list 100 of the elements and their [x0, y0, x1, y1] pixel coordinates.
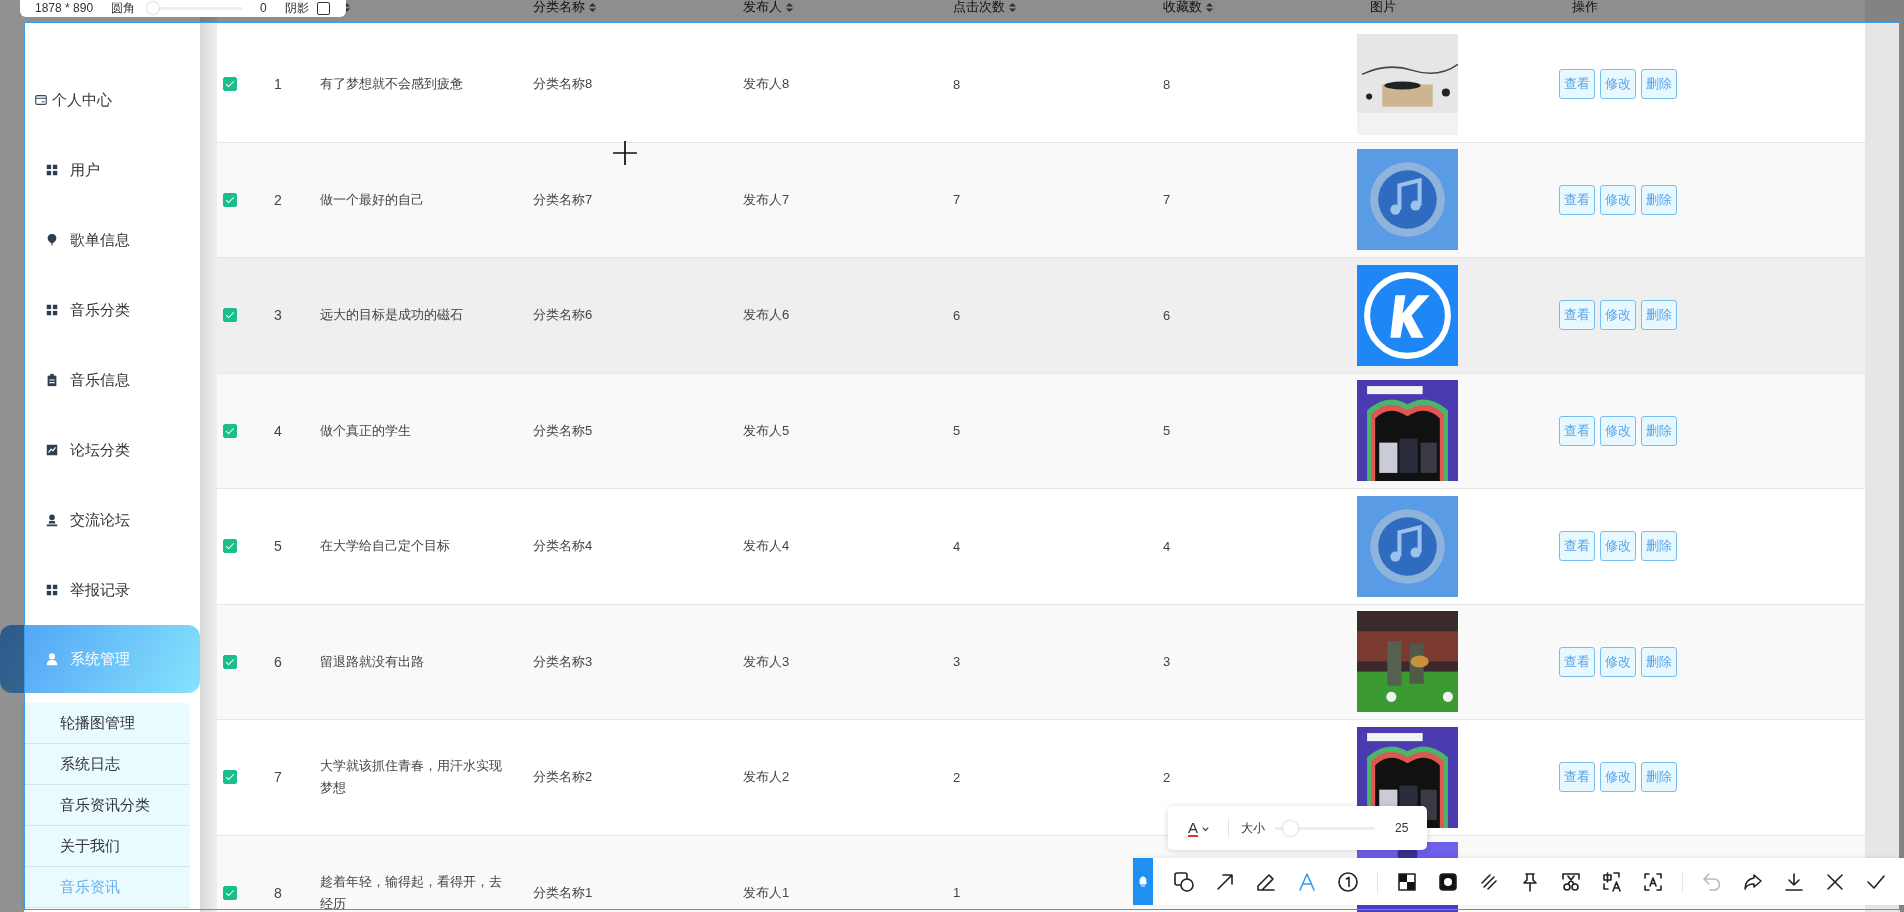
action-button[interactable]: 修改	[1600, 531, 1636, 562]
column-header: 操作	[1572, 0, 1598, 14]
column-header: 点击次数	[953, 0, 1005, 14]
sidebar-item[interactable]: 歌单信息	[0, 205, 200, 275]
table-cell: 分类名称7	[533, 190, 593, 209]
table-cell: 3	[953, 654, 961, 670]
action-button[interactable]: 查看	[1559, 69, 1595, 100]
shadow-checkbox[interactable]	[316, 1, 330, 15]
checkbox[interactable]	[223, 885, 237, 900]
submenu-item[interactable]: 关于我们	[22, 826, 190, 867]
table-cell: 8	[953, 76, 961, 92]
wallet-icon	[34, 93, 48, 107]
table-cell: 发布人7	[743, 190, 790, 209]
action-button[interactable]: 删除	[1641, 531, 1677, 562]
table-cell: 分类名称6	[533, 306, 593, 325]
table-cell: 1	[953, 885, 961, 901]
table-cell: 2	[1163, 769, 1171, 785]
shape-icon[interactable]	[1172, 869, 1196, 894]
table-cell: 8	[274, 884, 282, 901]
table-cell: 7	[1163, 192, 1171, 208]
sidebar-item[interactable]: 音乐分类	[0, 275, 200, 345]
table-cell: 4	[953, 538, 961, 554]
clipboard-icon	[45, 373, 59, 387]
table-cell: 5	[953, 423, 961, 439]
corner-value: 0	[260, 1, 267, 15]
action-button[interactable]: 修改	[1600, 300, 1636, 331]
table-cell-text: 做个真正的学生	[320, 421, 411, 440]
submenu-item[interactable]: 系统日志	[22, 744, 190, 785]
table-cell: 发布人6	[743, 306, 790, 325]
submenu-item[interactable]: 音乐资讯分类	[22, 785, 190, 826]
sidebar-item[interactable]: 音乐信息	[0, 345, 200, 415]
size-value: 25	[1395, 821, 1409, 835]
table-cell: 6	[274, 653, 282, 670]
toolbar-tab[interactable]	[1133, 858, 1153, 905]
sidebar-item[interactable]: 系统管理	[0, 625, 200, 693]
table-row[interactable]: 2 做一个最好的自己 分类名称7 发布人7 7 7 查看 修改 删除	[217, 142, 1865, 258]
table-row[interactable]: 4 做个真正的学生 分类名称5 发布人5 5 5 查看 修改 删除	[217, 373, 1865, 489]
table-cell: 发布人4	[743, 537, 790, 556]
table-row[interactable]: 3 远大的目标是成功的磁石 分类名称6 发布人6 6 6 查看 修改 删除	[217, 258, 1865, 374]
action-button[interactable]: 查看	[1559, 646, 1595, 677]
user-icon	[45, 652, 59, 666]
font-color-button[interactable]: A	[1188, 819, 1198, 837]
table-cell: 发布人3	[743, 652, 790, 671]
bell-icon	[1138, 873, 1148, 890]
action-button[interactable]: 修改	[1600, 415, 1636, 446]
sidebar-item[interactable]: 论坛分类	[0, 415, 200, 485]
sidebar-item[interactable]: 个人中心	[0, 65, 200, 135]
table-cell: 分类名称3	[533, 652, 593, 671]
sidebar-item[interactable]: 用户	[0, 135, 200, 205]
table-cell: 发布人2	[743, 768, 790, 787]
table-cell: 分类名称2	[533, 768, 593, 787]
sidebar-item[interactable]: 交流论坛	[0, 485, 200, 555]
checkbox[interactable]	[223, 423, 237, 438]
corner-slider[interactable]	[147, 1, 243, 15]
column-header: 发布人	[743, 0, 782, 14]
sidebar-item[interactable]: 举报记录	[0, 555, 200, 625]
column-header: 收藏数	[1163, 0, 1202, 14]
checkbox[interactable]	[223, 308, 237, 323]
table-cell-text: 留退路就没有出路	[320, 652, 424, 671]
table-row[interactable]: 6 留退路就没有出路 分类名称3 发布人3 3 3 查看 修改 删除	[217, 604, 1865, 720]
chart-icon	[45, 443, 59, 457]
table-cell: 发布人8	[743, 75, 790, 94]
corner-label: 圆角	[111, 0, 136, 17]
table-cell: 2	[274, 191, 282, 208]
action-button[interactable]: 修改	[1600, 69, 1636, 100]
table-cell-text: 在大学给自己定个目标	[320, 537, 450, 556]
submenu-item[interactable]: 音乐资讯	[22, 867, 190, 908]
table-cell: 3	[1163, 654, 1171, 670]
action-button[interactable]: 删除	[1641, 69, 1677, 100]
action-button[interactable]: 查看	[1559, 531, 1595, 562]
action-button[interactable]: 删除	[1641, 415, 1677, 446]
checkbox[interactable]	[223, 654, 237, 669]
translate-icon[interactable]	[1600, 869, 1624, 894]
selection-frame[interactable]	[24, 22, 1900, 910]
checkbox[interactable]	[223, 539, 237, 554]
action-button[interactable]: 查看	[1559, 300, 1595, 331]
action-button[interactable]: 删除	[1641, 300, 1677, 331]
table-cell-text: 趁着年轻，输得起，看得开，去经历	[320, 872, 503, 912]
checkbox[interactable]	[223, 192, 237, 207]
checkbox[interactable]	[223, 77, 237, 92]
grid-icon	[45, 583, 59, 597]
action-button[interactable]: 删除	[1641, 762, 1677, 793]
action-button[interactable]: 修改	[1600, 646, 1636, 677]
number-icon[interactable]	[1336, 869, 1360, 894]
scrollbar[interactable]	[1865, 0, 1904, 912]
table-cell: 3	[274, 307, 282, 324]
action-button[interactable]: 修改	[1600, 184, 1636, 215]
table-cell: 分类名称4	[533, 537, 593, 556]
action-button[interactable]: 查看	[1559, 762, 1595, 793]
submenu-item[interactable]: 轮播图管理	[22, 703, 190, 744]
table-cell: 1	[274, 76, 282, 93]
table-cell: 5	[274, 538, 282, 555]
table-cell: 6	[953, 307, 961, 323]
action-button[interactable]: 修改	[1600, 762, 1636, 793]
column-header: 图片	[1370, 0, 1396, 14]
action-button[interactable]: 查看	[1559, 415, 1595, 446]
checkbox[interactable]	[223, 770, 237, 785]
action-button[interactable]: 查看	[1559, 184, 1595, 215]
action-button[interactable]: 删除	[1641, 646, 1677, 677]
action-button[interactable]: 删除	[1641, 184, 1677, 215]
